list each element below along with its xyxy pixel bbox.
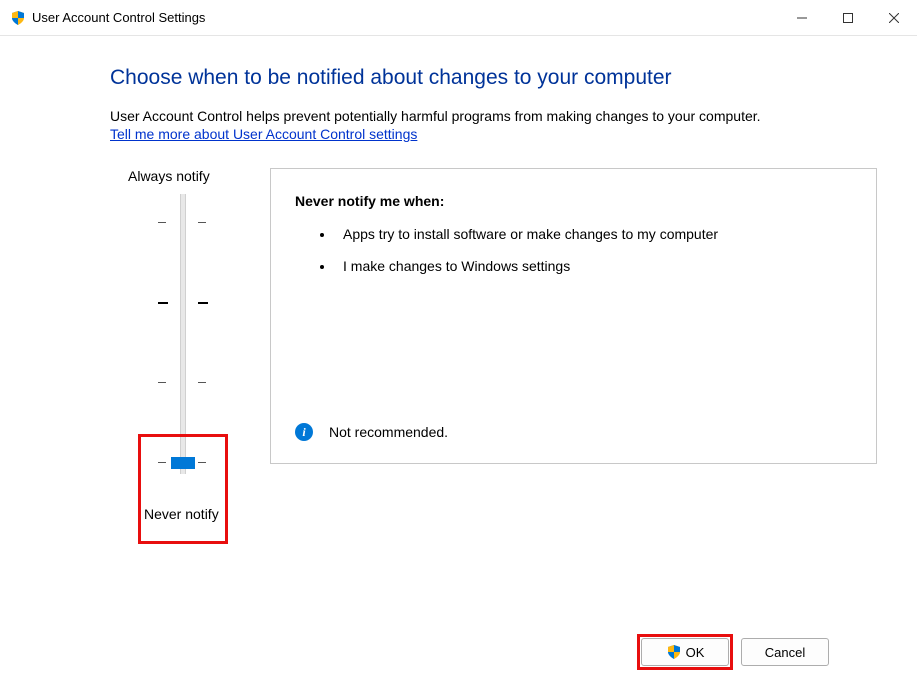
info-bullet: I make changes to Windows settings xyxy=(335,257,852,277)
cancel-button-label: Cancel xyxy=(765,645,805,660)
ok-button-label: OK xyxy=(686,645,705,660)
uac-shield-icon xyxy=(666,644,682,660)
page-heading: Choose when to be notified about changes… xyxy=(110,66,877,90)
minimize-button[interactable] xyxy=(779,0,825,36)
window-title: User Account Control Settings xyxy=(26,10,779,25)
info-panel-title: Never notify me when: xyxy=(295,193,852,209)
slider-bottom-label: Never notify xyxy=(144,506,219,522)
titlebar: User Account Control Settings xyxy=(0,0,917,36)
info-panel-footer: i Not recommended. xyxy=(295,423,448,441)
info-footer-text: Not recommended. xyxy=(329,424,448,440)
slider-track-area: Never notify xyxy=(120,194,270,484)
page-description: User Account Control helps prevent poten… xyxy=(110,108,877,124)
cancel-button[interactable]: Cancel xyxy=(741,638,829,666)
info-icon: i xyxy=(295,423,313,441)
maximize-button[interactable] xyxy=(825,0,871,36)
content-area: Choose when to be notified about changes… xyxy=(0,36,917,484)
slider-track[interactable] xyxy=(180,194,186,474)
info-bullet: Apps try to install software or make cha… xyxy=(335,225,852,245)
footer-buttons: OK Cancel xyxy=(641,638,829,666)
help-link[interactable]: Tell me more about User Account Control … xyxy=(110,126,417,142)
info-panel: Never notify me when: Apps try to instal… xyxy=(270,168,877,464)
info-panel-list: Apps try to install software or make cha… xyxy=(295,225,852,276)
highlight-slider-bottom xyxy=(138,434,228,544)
close-button[interactable] xyxy=(871,0,917,36)
slider-column: Always notify Never notify xyxy=(110,168,270,484)
ok-button[interactable]: OK xyxy=(641,638,729,666)
uac-shield-icon xyxy=(10,10,26,26)
slider-top-label: Always notify xyxy=(110,168,270,184)
